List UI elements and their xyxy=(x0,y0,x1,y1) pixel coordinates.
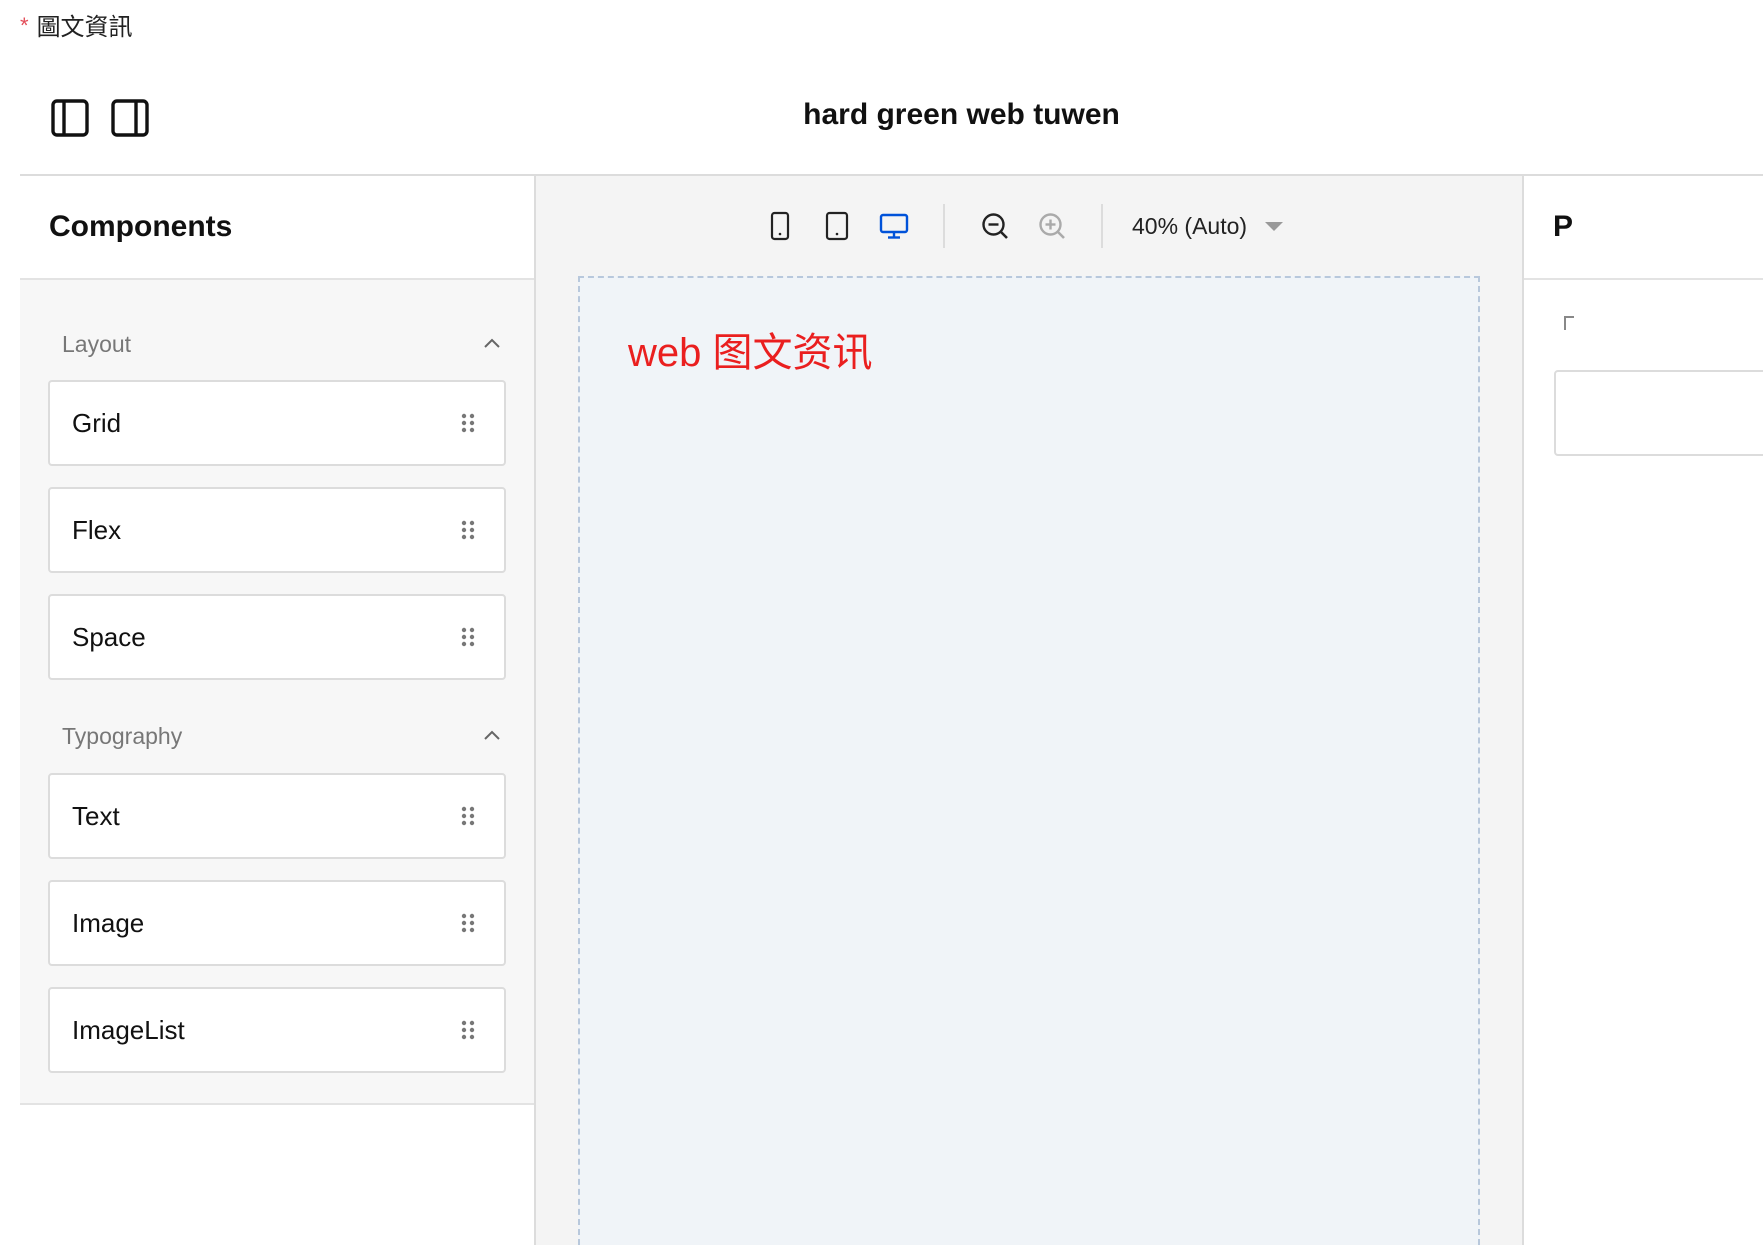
zoom-out-icon[interactable] xyxy=(979,210,1011,242)
drag-handle-icon[interactable] xyxy=(460,412,476,434)
components-header: Components xyxy=(20,176,534,280)
mobile-icon[interactable] xyxy=(764,210,796,242)
component-label: Flex xyxy=(72,514,122,545)
toolbar-divider xyxy=(943,204,945,248)
canvas-area: 40% (Auto) web 图文资讯 xyxy=(536,176,1522,1245)
zoom-value: 40% (Auto) xyxy=(1132,212,1248,239)
drag-handle-icon[interactable] xyxy=(460,626,476,648)
canvas-text-block[interactable]: web 图文资讯 xyxy=(628,320,873,378)
component-imagelist[interactable]: ImageList xyxy=(48,987,506,1073)
preview-canvas[interactable]: web 图文资讯 xyxy=(578,276,1480,1245)
drag-handle-icon[interactable] xyxy=(460,1019,476,1041)
components-title: Components xyxy=(49,210,233,243)
components-sidebar: Components Layout Grid Flex Space Typogr… xyxy=(20,176,536,1245)
required-mark: * xyxy=(20,13,29,38)
chevron-up-icon[interactable] xyxy=(481,333,503,355)
zoom-select[interactable]: 40% (Auto) xyxy=(1132,206,1284,246)
component-space[interactable]: Space xyxy=(48,594,506,680)
zoom-in-icon[interactable] xyxy=(1036,210,1068,242)
properties-panel: P xyxy=(1522,176,1763,1245)
group-header-layout[interactable]: Layout xyxy=(49,324,505,364)
components-list: Layout Grid Flex Space Typography Text I… xyxy=(20,280,534,1105)
form-field-label-text: 圖文資訊 xyxy=(36,13,133,41)
group-label-typography: Typography xyxy=(62,722,183,749)
caret-down-icon xyxy=(1265,221,1284,231)
component-label: Text xyxy=(72,800,120,831)
editor-header: hard green web tuwen xyxy=(20,72,1763,176)
component-label: Image xyxy=(72,907,145,938)
toolbar-divider xyxy=(1101,204,1103,248)
desktop-icon[interactable] xyxy=(878,210,910,242)
page-title: hard green web tuwen xyxy=(803,98,1120,131)
component-label: Space xyxy=(72,621,146,652)
canvas-toolbar: 40% (Auto) xyxy=(536,176,1522,276)
component-label: ImageList xyxy=(72,1014,185,1045)
tablet-icon[interactable] xyxy=(821,210,853,242)
property-field-label xyxy=(1564,316,1574,330)
group-header-typography[interactable]: Typography xyxy=(49,716,505,756)
properties-header: P xyxy=(1524,176,1763,280)
drag-handle-icon[interactable] xyxy=(460,805,476,827)
property-input[interactable] xyxy=(1554,370,1763,456)
drag-handle-icon[interactable] xyxy=(460,519,476,541)
properties-title: P xyxy=(1553,210,1574,243)
group-label-layout: Layout xyxy=(62,330,132,357)
chevron-up-icon[interactable] xyxy=(481,725,503,747)
component-image[interactable]: Image xyxy=(48,880,506,966)
component-flex[interactable]: Flex xyxy=(48,487,506,573)
drag-handle-icon[interactable] xyxy=(460,912,476,934)
component-text[interactable]: Text xyxy=(48,773,506,859)
form-field-label: * 圖文資訊 xyxy=(20,8,133,41)
component-grid[interactable]: Grid xyxy=(48,380,506,466)
component-label: Grid xyxy=(72,407,122,438)
